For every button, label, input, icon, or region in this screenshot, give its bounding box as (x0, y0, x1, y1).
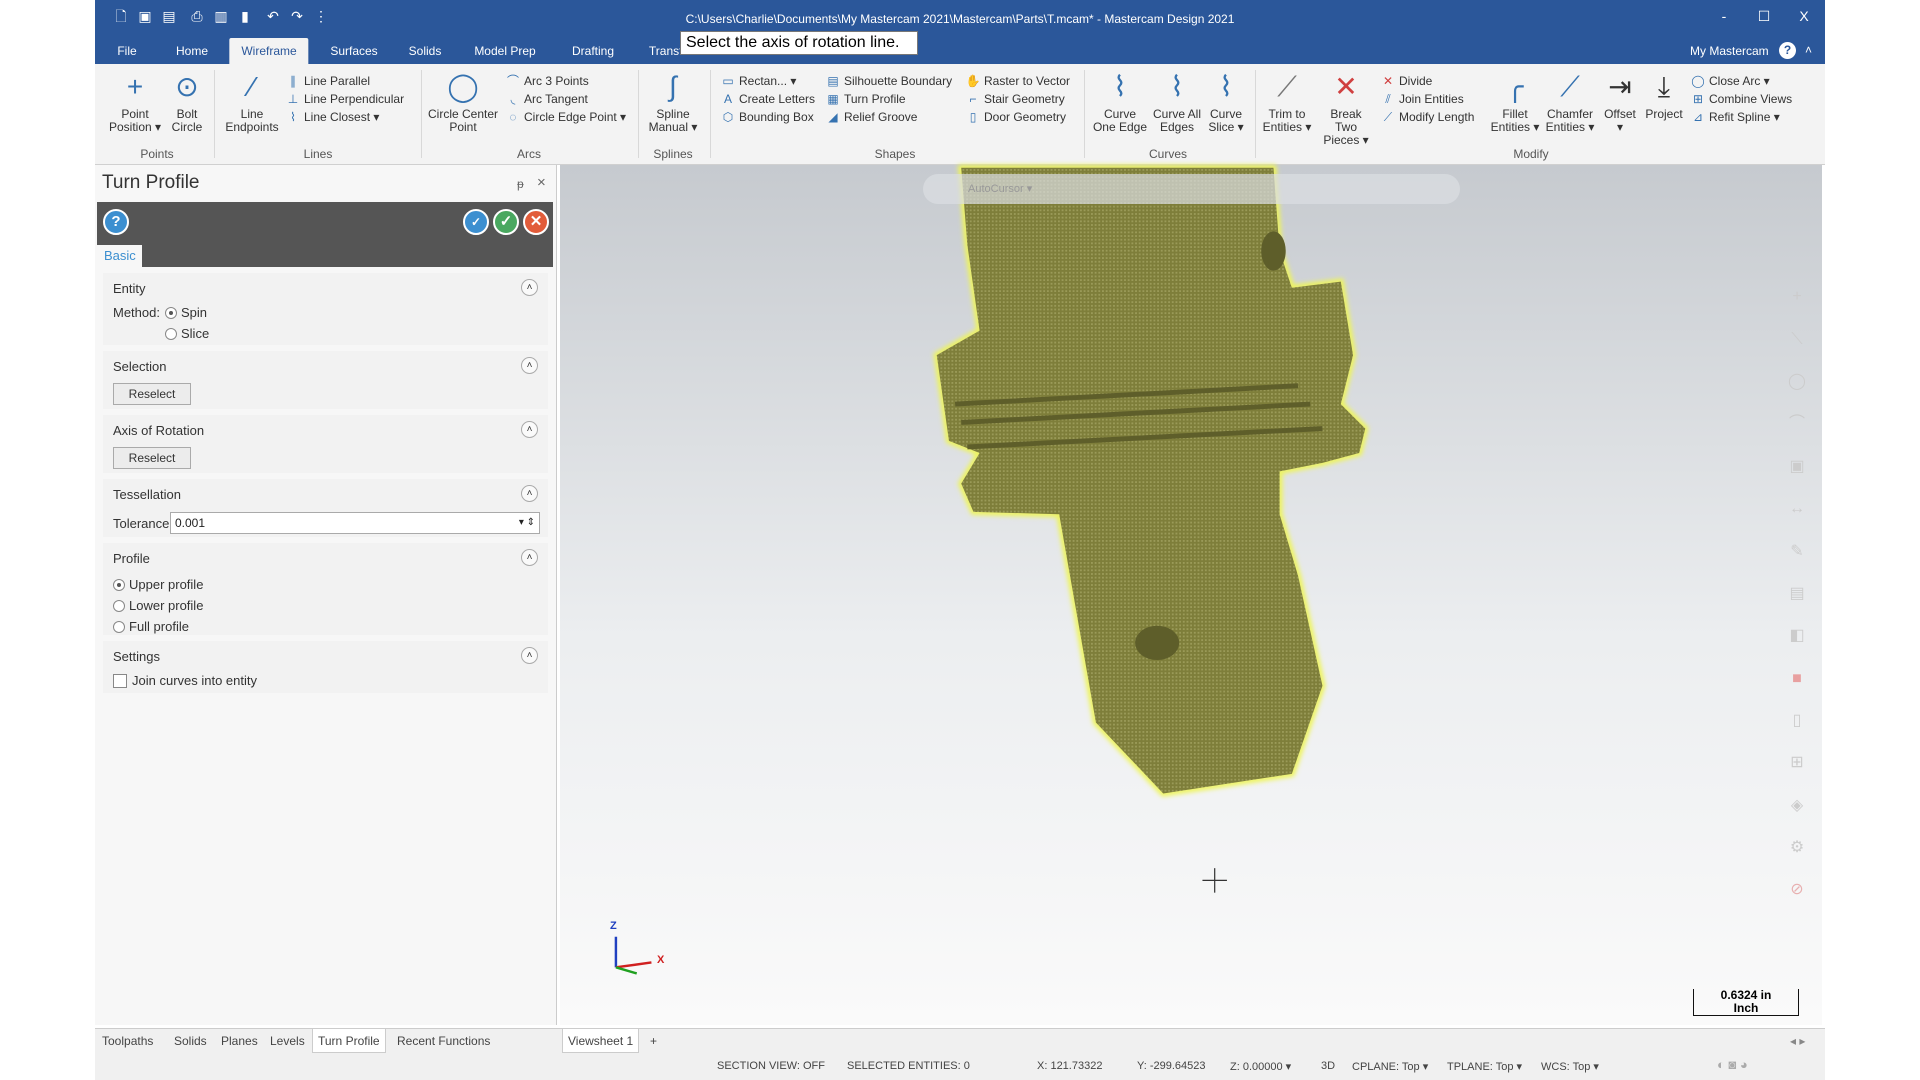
analyze-icon[interactable]: ✎ (1785, 540, 1809, 564)
part-body[interactable] (936, 167, 1366, 794)
axis-triad (614, 936, 652, 975)
layer-icon[interactable]: ▤ (1785, 582, 1809, 606)
status-bar: SECTION VIEW: OFF SELECTED ENTITIES: 0 X… (95, 1053, 1825, 1080)
prompt-tooltip: Select the axis of rotation line. (680, 31, 918, 55)
zoom-out-icon[interactable]: ⟍ (1785, 328, 1809, 352)
part-hole (1261, 231, 1286, 271)
tab-viewsheet-1[interactable]: Viewsheet 1 (562, 1029, 640, 1053)
section-view-status[interactable]: SECTION VIEW: OFF (717, 1060, 825, 1072)
part-hole (1135, 625, 1180, 660)
color-icon[interactable]: ■ (1785, 667, 1809, 691)
zoom-in-icon[interactable]: + (1785, 285, 1809, 309)
autocursor-dropdown[interactable]: AutoCursor ▾ (968, 183, 1032, 195)
curve-icon[interactable]: ⌒ (1785, 412, 1809, 436)
tplane-dropdown[interactable]: TPLANE: Top ▾ (1447, 1060, 1522, 1073)
x-coordinate: X: 121.73322 (1037, 1060, 1103, 1072)
wcs-dropdown[interactable]: WCS: Top ▾ (1541, 1060, 1599, 1073)
fit-icon[interactable]: ◯ (1785, 370, 1809, 394)
cplane-dropdown[interactable]: CPLANE: Top ▾ (1352, 1060, 1428, 1073)
bottom-tabs: Toolpaths Solids Planes Levels Turn Prof… (95, 1028, 1825, 1053)
tab-solids[interactable]: Solids (169, 1029, 212, 1053)
y-coordinate: Y: -299.64523 (1137, 1060, 1206, 1072)
shade-icon[interactable]: ◧ (1785, 624, 1809, 648)
shading-icons[interactable]: ◐ ◙ ◕ (1717, 1057, 1748, 1072)
scale-bar: 0.6324 in Inch (1693, 989, 1799, 1016)
view-icon[interactable]: ▣ (1785, 455, 1809, 479)
clear-icon[interactable]: ▯ (1785, 709, 1809, 733)
section-icon[interactable]: ◈ (1785, 794, 1809, 818)
measure-icon[interactable]: ↔ (1785, 497, 1809, 521)
tab-turn-profile[interactable]: Turn Profile (312, 1029, 386, 1053)
grid-icon[interactable]: ⊞ (1785, 751, 1809, 775)
settings-icon[interactable]: ⚙ (1785, 836, 1809, 860)
tab-recent-functions[interactable]: Recent Functions (392, 1029, 495, 1053)
axis-z-label: Z (610, 920, 617, 932)
axis-x-label: X (657, 954, 665, 966)
tab-levels[interactable]: Levels (265, 1029, 310, 1053)
crosshair-cursor (1202, 868, 1227, 893)
tab-planes[interactable]: Planes (216, 1029, 263, 1053)
tab-toolpaths[interactable]: Toolpaths (97, 1029, 158, 1053)
add-viewsheet-button[interactable]: + (645, 1029, 662, 1053)
mode-3d[interactable]: 3D (1321, 1060, 1335, 1072)
z-coordinate[interactable]: Z: 0.00000 ▾ (1230, 1060, 1291, 1073)
stop-icon[interactable]: ⊘ (1785, 878, 1809, 902)
selected-entities-status: SELECTED ENTITIES: 0 (847, 1060, 970, 1072)
scroll-arrows-icon[interactable]: ◂ ▸ (1785, 1029, 1810, 1053)
part-model (614, 164, 1369, 975)
autocursor-toolbar[interactable]: AutoCursor ▾ (923, 174, 1460, 204)
